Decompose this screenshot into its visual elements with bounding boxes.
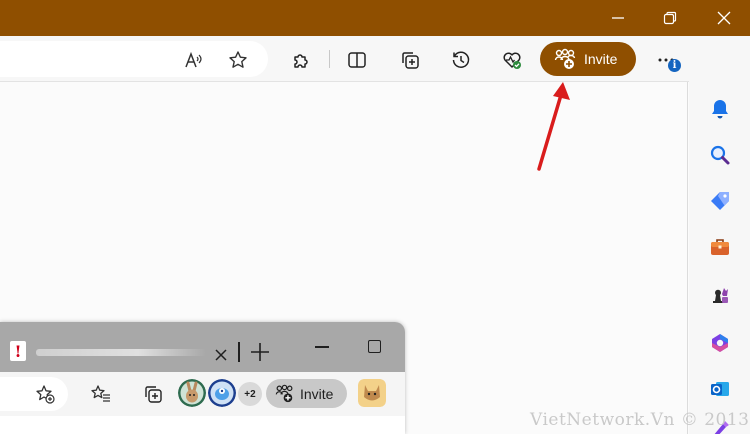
info-badge: i [668, 59, 681, 72]
inset-collections-button[interactable] [140, 381, 166, 407]
inset-tab-favicon: ! [10, 341, 26, 361]
sidebar-search-button[interactable] [707, 142, 733, 168]
inset-invite-label: Invite [300, 385, 334, 402]
inset-tab-bar: ! [0, 322, 405, 372]
invite-button-label: Invite [584, 51, 618, 67]
avatar-bird-icon [208, 379, 236, 407]
tools-briefcase-icon [711, 239, 729, 255]
history-icon [452, 51, 470, 68]
microsoft-365-icon [712, 334, 728, 352]
inset-minimize-icon[interactable] [315, 346, 329, 348]
outlook-icon [711, 382, 729, 396]
restore-icon [663, 11, 677, 25]
inset-add-favorite-button[interactable] [32, 381, 58, 407]
inset-tab-title-blurred [36, 349, 206, 356]
inset-more-participants-badge[interactable]: +2 [238, 382, 262, 406]
favorite-add-icon [36, 385, 55, 404]
watermark-text: VietNetwork.Vn © 2013 [530, 410, 750, 430]
shopping-tag-icon [711, 192, 729, 210]
browser-toolbar: Invite i [0, 36, 750, 82]
minimize-icon [612, 17, 624, 19]
inset-participant-avatar-1[interactable] [178, 379, 206, 407]
outlook-button[interactable] [707, 376, 733, 402]
extensions-icon [294, 54, 308, 68]
minimize-button[interactable] [592, 0, 644, 36]
avatar-rabbit-icon [178, 379, 206, 407]
notifications-bell-icon [712, 100, 728, 119]
favorites-list-icon [91, 385, 110, 402]
inset-profile-avatar[interactable] [358, 379, 386, 407]
browser-essentials-icon [503, 52, 521, 69]
shopping-button[interactable] [707, 188, 733, 214]
invite-people-icon [275, 384, 293, 403]
split-screen-button[interactable] [342, 45, 372, 75]
collections-icon [402, 52, 419, 69]
games-chess-icon [713, 288, 728, 303]
close-icon[interactable] [212, 346, 230, 364]
tools-button[interactable] [707, 234, 733, 260]
collections-icon [145, 386, 162, 403]
inset-page-content [0, 416, 405, 434]
read-aloud-icon [185, 51, 202, 68]
inset-tab-divider [238, 342, 240, 362]
close-window-button[interactable] [698, 0, 750, 36]
notifications-button[interactable] [707, 96, 733, 122]
toolbar-separator [329, 50, 330, 68]
inset-participant-avatar-2[interactable] [208, 379, 236, 407]
invite-button[interactable]: Invite [540, 42, 636, 76]
invite-people-icon [554, 48, 576, 69]
inset-invite-button[interactable]: Invite [266, 379, 347, 408]
split-screen-icon [348, 52, 366, 68]
games-button[interactable] [707, 282, 733, 308]
inset-tab[interactable]: ! [0, 332, 238, 372]
new-tab-icon[interactable] [250, 342, 270, 362]
favorite-button[interactable] [223, 45, 253, 75]
inset-favorites-button[interactable] [88, 381, 114, 407]
restore-button[interactable] [644, 0, 696, 36]
search-icon [710, 145, 730, 165]
read-aloud-button[interactable] [178, 45, 208, 75]
microsoft-365-button[interactable] [707, 330, 733, 356]
extensions-button[interactable] [286, 45, 316, 75]
favorite-star-icon [229, 51, 247, 68]
title-bar [0, 0, 750, 36]
browser-essentials-button[interactable] [497, 45, 527, 75]
inset-toolbar: +2 Invite [0, 372, 405, 416]
collections-button[interactable] [395, 45, 425, 75]
avatar-cat-icon [358, 379, 386, 407]
edge-sidebar [689, 36, 750, 434]
history-button[interactable] [446, 45, 476, 75]
inset-maximize-icon[interactable] [368, 340, 381, 353]
inset-browser-screenshot: ! +2 Invite [0, 322, 405, 434]
close-icon [717, 11, 731, 25]
